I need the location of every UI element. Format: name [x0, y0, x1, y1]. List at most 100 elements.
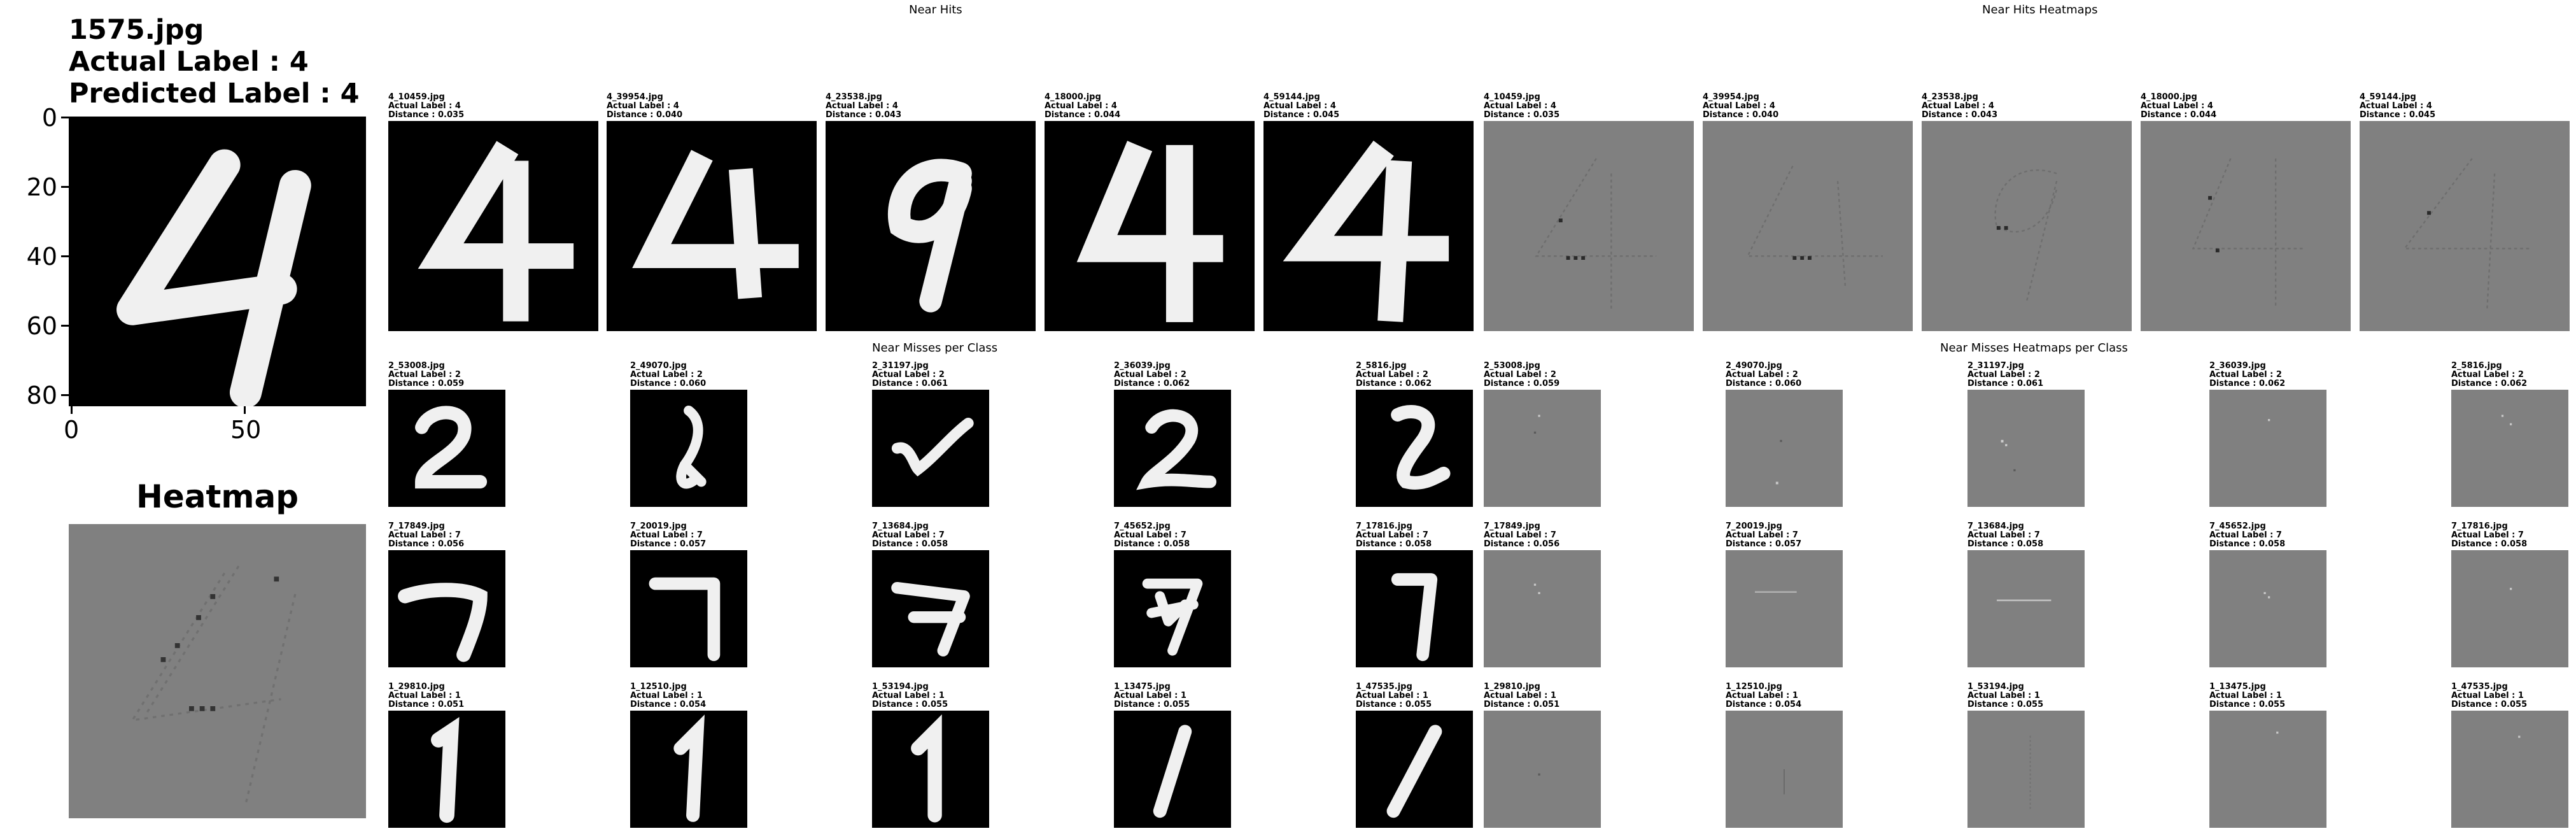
query-predicted-label: Predicted Label : 4 — [69, 78, 360, 110]
query-actual-label: Actual Label : 4 — [69, 46, 309, 78]
tile-distance: Distance : 0.054 — [630, 700, 707, 709]
query-filename: 1575.jpg — [69, 14, 204, 46]
tile-filename: 7_13684.jpg — [872, 522, 929, 531]
near-miss-heatmap-tile: 1_53194.jpg Actual Label : 1 Distance : 0.… — [1967, 683, 2085, 828]
tile-filename: 7_17849.jpg — [388, 522, 445, 531]
tile-actual-label: Actual Label : 1 — [630, 691, 703, 700]
tile-actual-label: Actual Label : 1 — [1114, 691, 1186, 700]
tile-actual-label: Actual Label : 2 — [1356, 370, 1428, 380]
tile-filename: 1_29810.jpg — [1484, 682, 1540, 692]
tile-actual-label: Actual Label : 2 — [872, 370, 945, 380]
tile-distance: Distance : 0.055 — [1356, 700, 1432, 709]
near-miss-tile: 2_5816.jpg Actual Label : 2 Distance : 0.0… — [1356, 362, 1473, 507]
tile-filename: 4_10459.jpg — [388, 92, 445, 102]
tile-distance: Distance : 0.058 — [2209, 539, 2286, 549]
tile-filename: 1_13475.jpg — [1114, 682, 1171, 692]
heatmap-image — [1967, 550, 2085, 667]
tile-distance: Distance : 0.062 — [2451, 379, 2528, 388]
tile-actual-label: Actual Label : 2 — [2209, 370, 2282, 380]
digit-image — [630, 711, 747, 828]
tile-distance: Distance : 0.055 — [2209, 700, 2286, 709]
tile-actual-label: Actual Label : 4 — [1045, 101, 1117, 111]
tile-distance: Distance : 0.058 — [2451, 539, 2528, 549]
digit-image — [872, 550, 989, 667]
tile-distance: Distance : 0.062 — [2209, 379, 2286, 388]
heatmap-title: Heatmap — [136, 478, 299, 515]
tile-filename: 7_45652.jpg — [2209, 522, 2266, 531]
tile-distance: Distance : 0.055 — [872, 700, 948, 709]
near-miss-heatmap-tile: 1_29810.jpg Actual Label : 1 Distance : 0.… — [1484, 683, 1601, 828]
tile-actual-label: Actual Label : 4 — [1922, 101, 1994, 111]
tile-filename: 2_5816.jpg — [1356, 361, 1407, 371]
heatmap-image — [1922, 121, 2132, 331]
near-hit-heatmap-tile: 4_10459.jpg Actual Label : 4 Distance : 0.… — [1484, 93, 1694, 331]
tile-actual-label: Actual Label : 7 — [1484, 530, 1556, 540]
tile-filename: 1_53194.jpg — [1967, 682, 2024, 692]
tile-distance: Distance : 0.059 — [1484, 379, 1560, 388]
tile-actual-label: Actual Label : 1 — [1484, 691, 1556, 700]
tile-actual-label: Actual Label : 7 — [1967, 530, 2040, 540]
tile-filename: 1_47535.jpg — [2451, 682, 2508, 692]
digit-image — [630, 550, 747, 667]
near-miss-tile: 7_17816.jpg Actual Label : 7 Distance : 0.… — [1356, 522, 1473, 667]
near-hits-title: Near Hits — [909, 3, 962, 17]
near-miss-tile: 7_45652.jpg Actual Label : 7 Distance : 0.… — [1114, 522, 1231, 667]
tile-distance: Distance : 0.062 — [1114, 379, 1190, 388]
digit-image — [630, 390, 747, 507]
tile-filename: 4_23538.jpg — [826, 92, 882, 102]
tile-actual-label: Actual Label : 7 — [2209, 530, 2282, 540]
tile-actual-label: Actual Label : 2 — [630, 370, 703, 380]
near-misses-title: Near Misses per Class — [872, 341, 998, 355]
near-miss-tile: 1_47535.jpg Actual Label : 1 Distance : 0.… — [1356, 683, 1473, 828]
tile-distance: Distance : 0.055 — [1114, 700, 1190, 709]
tile-distance: Distance : 0.045 — [2360, 110, 2436, 120]
tile-filename: 2_5816.jpg — [2451, 361, 2502, 371]
digit-image — [1114, 711, 1231, 828]
tile-filename: 4_18000.jpg — [1045, 92, 1101, 102]
heatmap-image — [1726, 390, 1843, 507]
tile-distance: Distance : 0.043 — [826, 110, 902, 120]
near-miss-heatmap-tile: 2_49070.jpg Actual Label : 2 Distance : 0.… — [1726, 362, 1843, 507]
tile-distance: Distance : 0.061 — [872, 379, 948, 388]
near-hits-heatmaps-title: Near Hits Heatmaps — [1982, 3, 2098, 17]
x-tick-label: 0 — [64, 416, 80, 444]
digit-image — [1356, 550, 1473, 667]
tile-filename: 2_53008.jpg — [388, 361, 445, 371]
digit-image — [872, 711, 989, 828]
tile-filename: 4_10459.jpg — [1484, 92, 1540, 102]
tile-actual-label: Actual Label : 4 — [607, 101, 679, 111]
near-hit-tile: 4_23538.jpg Actual Label : 4 Distance : 0.… — [826, 93, 1036, 331]
near-miss-heatmap-tile: 2_53008.jpg Actual Label : 2 Distance : 0.… — [1484, 362, 1601, 507]
y-tick-label: 0 — [41, 104, 57, 132]
tile-actual-label: Actual Label : 1 — [2451, 691, 2524, 700]
digit-image — [388, 121, 598, 331]
near-miss-heatmap-tile: 1_12510.jpg Actual Label : 1 Distance : 0.… — [1726, 683, 1843, 828]
near-hit-tile: 4_10459.jpg Actual Label : 4 Distance : 0.… — [388, 93, 598, 331]
y-tick-label: 20 — [26, 173, 57, 201]
tile-actual-label: Actual Label : 1 — [1967, 691, 2040, 700]
tile-filename: 7_45652.jpg — [1114, 522, 1171, 531]
tile-actual-label: Actual Label : 2 — [1484, 370, 1556, 380]
x-tick-mark — [244, 406, 246, 414]
tile-filename: 2_36039.jpg — [2209, 361, 2266, 371]
heatmap-image — [1967, 390, 2085, 507]
tile-distance: Distance : 0.054 — [1726, 700, 1802, 709]
near-miss-tile: 1_29810.jpg Actual Label : 1 Distance : 0.… — [388, 683, 505, 828]
tile-distance: Distance : 0.058 — [872, 539, 948, 549]
near-miss-heatmap-tile: 7_17849.jpg Actual Label : 7 Distance : 0.… — [1484, 522, 1601, 667]
tile-distance: Distance : 0.057 — [630, 539, 707, 549]
near-miss-tile: 7_20019.jpg Actual Label : 7 Distance : 0.… — [630, 522, 747, 667]
tile-filename: 1_13475.jpg — [2209, 682, 2266, 692]
tile-actual-label: Actual Label : 7 — [872, 530, 945, 540]
query-heatmap — [69, 524, 366, 818]
query-image — [69, 117, 366, 406]
near-hit-tile: 4_18000.jpg Actual Label : 4 Distance : 0.… — [1045, 93, 1255, 331]
tile-distance: Distance : 0.058 — [1114, 539, 1190, 549]
tile-distance: Distance : 0.059 — [388, 379, 465, 388]
x-tick-mark — [71, 406, 73, 414]
tile-actual-label: Actual Label : 1 — [872, 691, 945, 700]
tile-distance: Distance : 0.044 — [1045, 110, 1121, 120]
heatmap-image — [1726, 711, 1843, 828]
tile-distance: Distance : 0.061 — [1967, 379, 2044, 388]
tile-filename: 4_59144.jpg — [2360, 92, 2416, 102]
